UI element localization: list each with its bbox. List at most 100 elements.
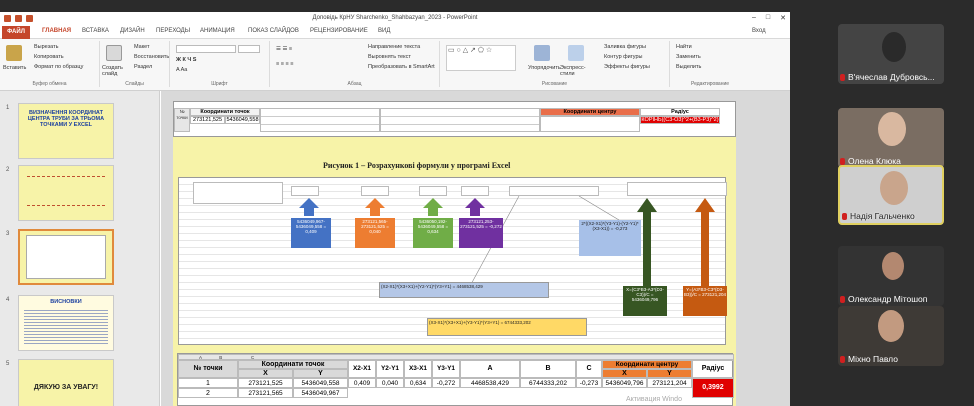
slide-thumbnail-2[interactable] (18, 165, 114, 221)
activation-watermark: Активация Windo (626, 396, 682, 403)
radius-header: Радіус (640, 108, 720, 116)
participant-tile[interactable]: Олена Клюка (838, 108, 944, 168)
font-name-select[interactable] (176, 45, 236, 53)
font-group: Ж К Ч S A Aa Шрифт (170, 41, 270, 87)
slide-thumbnails-panel[interactable]: 1 ВИЗНАЧЕННЯ КООРДИНАТ ЦЕНТРА ТРУБИ ЗА Т… (0, 91, 160, 406)
formula-table: № точки Координати точок 273121,525 5436… (173, 101, 736, 137)
participant-name: В'ячеслав Дубровсь... (840, 72, 935, 82)
mic-muted-icon (840, 296, 845, 304)
result-table: A B C № точки Координати точок X Y X2-X1… (177, 353, 734, 406)
thumb-content (24, 308, 108, 346)
row-val: -0,272 (432, 378, 460, 388)
col-header: Y2-Y1 (376, 360, 404, 378)
window-controls[interactable]: – □ ✕ (752, 14, 786, 22)
arrange-button[interactable]: Упорядочить (528, 65, 561, 71)
participant-tile[interactable]: Міхно Павло (838, 306, 944, 366)
find-button[interactable]: Найти (676, 44, 692, 50)
paste-icon[interactable] (6, 45, 22, 61)
excel-screenshot: 5436049,967-5436049,558 = 0,409 273121,5… (178, 177, 727, 345)
thumb-number: 3 (6, 231, 10, 237)
participant-video (880, 171, 908, 205)
shape-fill-button[interactable]: Заливка фигуры (604, 44, 646, 50)
arrange-icon[interactable] (534, 45, 550, 61)
paste-button[interactable]: Вставить (3, 65, 26, 71)
tab-review[interactable]: РЕЦЕНЗИРОВАНИЕ (310, 28, 368, 34)
col-header: B (520, 360, 576, 378)
slide-thumbnail-4[interactable]: ВИСНОВКИ (18, 295, 114, 351)
formula-box-y: Y=(A3*B3-C3*(D3-B3))/C = 273121,204 (683, 286, 727, 316)
tab-insert[interactable]: ВСТАВКА (82, 28, 109, 34)
cut-button[interactable]: Вырезать (34, 44, 58, 50)
tab-transitions[interactable]: ПЕРЕХОДЫ (156, 28, 190, 34)
slide-canvas: № точки Координати точок 273121,525 5436… (161, 91, 790, 406)
maximize-icon[interactable]: □ (766, 14, 770, 22)
reset-button[interactable]: Восстановить (134, 54, 169, 60)
tab-view[interactable]: ВИД (378, 28, 390, 34)
close-icon[interactable]: ✕ (780, 14, 786, 22)
current-slide[interactable]: № точки Координати точок 273121,525 5436… (173, 101, 736, 406)
paragraph-label: Абзац (347, 81, 362, 87)
formula-cell: 5436049,558 (225, 116, 260, 124)
slide-thumbnail-3[interactable] (18, 229, 114, 285)
slide-thumbnail-5[interactable]: ДЯКУЮ ЗА УВАГУ! (18, 359, 114, 406)
formula-box-orange: 273121,565-273121,525 = 0,040 (355, 218, 395, 248)
bold-icon[interactable]: Ж К Ч S (176, 57, 196, 63)
align-text-button[interactable]: Выровнять текст (368, 54, 411, 60)
tab-file[interactable]: ФАЙЛ (2, 26, 30, 39)
text-direction-button[interactable]: Направление текста (368, 44, 420, 50)
mic-muted-icon (842, 213, 847, 221)
tab-design[interactable]: ДИЗАЙН (120, 28, 145, 34)
quick-styles-button[interactable]: Экспресс-стили (560, 65, 590, 77)
select-button[interactable]: Выделить (676, 64, 701, 70)
thumb-number: 1 (6, 105, 10, 111)
participant-name: Надія Гальченко (842, 211, 915, 221)
callout-line (578, 195, 620, 221)
list-icon[interactable]: ☰ ☰ ≡ (276, 46, 292, 52)
formula-cells (260, 108, 380, 132)
row-val: 0,040 (376, 378, 404, 388)
tab-animation[interactable]: АНИМАЦИЯ (200, 28, 235, 34)
font-color-icon[interactable]: A Aa (176, 67, 187, 73)
section-button[interactable]: Раздел (134, 64, 152, 70)
y-header: Y (293, 369, 348, 378)
shape-outline-button[interactable]: Контур фигуры (604, 54, 642, 60)
row-num: 1 (178, 378, 238, 388)
login-link[interactable]: Вход (752, 28, 766, 34)
x-header: X (238, 369, 293, 378)
replace-button[interactable]: Заменить (676, 54, 701, 60)
tab-slideshow[interactable]: ПОКАЗ СЛАЙДОВ (248, 28, 299, 34)
format-painter-button[interactable]: Формат по образцу (34, 64, 83, 70)
formula-box-a: (X2-X1)*(X3+X1)+(Y2-Y1)*(Y3+Y1) = 446853… (379, 282, 549, 298)
formula-box-b: (X3-X1)*(X3+X1)+(Y3-Y1)*(Y3+Y1) = 674433… (427, 318, 587, 336)
shape-effects-button[interactable]: Эффекты фигуры (604, 64, 650, 70)
new-slide-button[interactable]: Создать слайд (102, 65, 130, 77)
col-header: Y3-Y1 (432, 360, 460, 378)
slide-thumbnail-1[interactable]: ВИЗНАЧЕННЯ КООРДИНАТ ЦЕНТРА ТРУБИ ЗА ТРЬ… (18, 103, 114, 159)
participant-tile[interactable]: В'ячеслав Дубровсь... (838, 24, 944, 84)
slides-group: Создать слайд Макет Восстановить Раздел … (100, 41, 170, 87)
cy-header: Y (647, 369, 692, 378)
font-size-select[interactable] (238, 45, 260, 53)
ribbon-tabs: ФАЙЛ ГЛАВНАЯ ВСТАВКА ДИЗАЙН ПЕРЕХОДЫ АНИ… (0, 26, 790, 39)
editing-label: Редактирование (690, 81, 730, 87)
participant-tile-active[interactable]: Надія Гальченко (838, 165, 944, 225)
row-x: 273121,525 (238, 378, 293, 388)
clipboard-label: Буфер обмена (32, 81, 67, 87)
coords-header: Координати точок (190, 108, 260, 116)
smartart-button[interactable]: Преобразовать в SmartArt (368, 64, 435, 70)
col-header: C (576, 360, 602, 378)
align-icon[interactable]: ≡ ≡ ≡ ≡ (276, 61, 293, 67)
shapes-gallery[interactable]: ▭ ○ △ ↗ ⬠ ☆ (446, 45, 516, 71)
radius-header: Радіус (692, 360, 734, 378)
participant-tile[interactable]: Олександр Мітошоп (838, 246, 944, 306)
row-num: 2 (178, 388, 238, 398)
drawing-label: Рисование (541, 81, 568, 87)
copy-button[interactable]: Копировать (34, 54, 64, 60)
mic-muted-icon (840, 74, 845, 82)
tab-home[interactable]: ГЛАВНАЯ (42, 28, 71, 34)
new-slide-icon[interactable] (106, 45, 122, 61)
minimize-icon[interactable]: – (752, 14, 756, 22)
layout-button[interactable]: Макет (134, 44, 150, 50)
row-val: 0,409 (348, 378, 376, 388)
quick-styles-icon[interactable] (568, 45, 584, 61)
